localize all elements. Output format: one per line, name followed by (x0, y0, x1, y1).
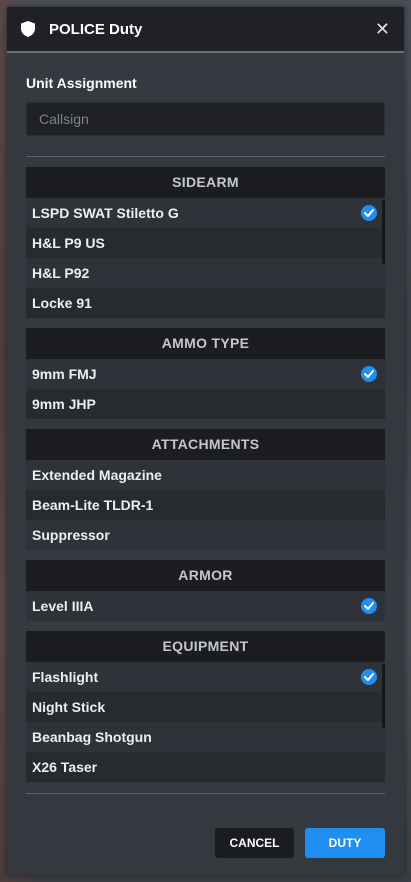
group-header: AMMO TYPE (26, 328, 385, 359)
dialog-title: POLICE Duty (49, 20, 143, 38)
option-item[interactable]: Extended Magazine (26, 460, 385, 490)
divider (26, 156, 385, 157)
option-item[interactable]: 9mm FMJ (26, 359, 385, 389)
group-options: LSPD SWAT Stiletto G H&L P9 US H&L P92 Lock… (26, 198, 385, 318)
option-label: LSPD SWAT Stiletto G (32, 205, 179, 221)
group-options: Flashlight Night Stick Beanbag Shotgun X26 … (26, 662, 385, 782)
option-label: 9mm FMJ (32, 366, 97, 382)
checkmark-icon (361, 205, 377, 221)
dialog-content: Unit Assignment SIDEARMLSPD SWAT Stilett… (7, 75, 404, 782)
dialog-footer: CANCEL DUTY (26, 793, 385, 858)
group-equipment: EQUIPMENT Flashlight Night Stick Beanbag Sh… (26, 631, 385, 782)
duty-button[interactable]: DUTY (305, 828, 385, 858)
close-icon[interactable]: ✕ (375, 20, 390, 38)
option-label: Beanbag Shotgun (32, 729, 152, 745)
option-label: X26 Taser (32, 759, 98, 775)
shield-icon (21, 21, 35, 37)
group-options: Level IIIA (26, 591, 385, 621)
group-attachments: ATTACHMENTS Extended Magazine Beam-Lite TL… (26, 429, 385, 550)
duty-dialog: POLICE Duty ✕ Unit Assignment SIDEARMLSP… (7, 7, 404, 875)
group-header: SIDEARM (26, 167, 385, 198)
option-label: 9mm JHP (32, 396, 96, 412)
checkmark-icon (361, 366, 377, 382)
option-item[interactable]: H&L P9 US (26, 228, 385, 258)
option-item[interactable]: Beam-Lite TLDR-1 (26, 490, 385, 520)
option-item[interactable]: Flashlight (26, 662, 385, 692)
group-header: ARMOR (26, 560, 385, 591)
option-item[interactable]: Suppressor (26, 520, 385, 550)
option-label: Level IIIA (32, 598, 94, 614)
group-options: 9mm FMJ 9mm JHP (26, 359, 385, 419)
checkmark-icon (361, 598, 377, 614)
option-label: Flashlight (32, 669, 99, 685)
group-header: ATTACHMENTS (26, 429, 385, 460)
option-item[interactable]: Locke 91 (26, 288, 385, 318)
dialog-header: POLICE Duty ✕ (7, 7, 404, 53)
option-item[interactable]: H&L P92 (26, 258, 385, 288)
callsign-input[interactable] (26, 102, 385, 136)
group-header: EQUIPMENT (26, 631, 385, 662)
option-label: H&L P92 (32, 265, 90, 281)
option-item[interactable]: Beanbag Shotgun (26, 722, 385, 752)
unit-assignment-label: Unit Assignment (26, 75, 137, 91)
option-label: Beam-Lite TLDR-1 (32, 497, 154, 513)
option-item[interactable]: X26 Taser (26, 752, 385, 782)
option-label: Suppressor (32, 527, 110, 543)
group-sidearm: SIDEARM LSPD SWAT Stiletto G H&L P9 US H&L … (26, 167, 385, 318)
scrollbar[interactable] (382, 200, 385, 264)
group-armor: ARMOR Level IIIA (26, 560, 385, 621)
checkmark-icon (361, 669, 377, 685)
option-item[interactable]: Level IIIA (26, 591, 385, 621)
loadout-groups: SIDEARM LSPD SWAT Stiletto G H&L P9 US H&L … (26, 167, 385, 782)
option-label: Night Stick (32, 699, 106, 715)
scrollbar[interactable] (382, 664, 385, 728)
option-label: Extended Magazine (32, 467, 162, 483)
option-item[interactable]: 9mm JHP (26, 389, 385, 419)
cancel-button[interactable]: CANCEL (215, 828, 294, 858)
option-label: H&L P9 US (32, 235, 105, 251)
group-ammo-type: AMMO TYPE 9mm FMJ 9mm JHP (26, 328, 385, 419)
option-item[interactable]: LSPD SWAT Stiletto G (26, 198, 385, 228)
group-options: Extended Magazine Beam-Lite TLDR-1 Suppres… (26, 460, 385, 550)
option-label: Locke 91 (32, 295, 92, 311)
option-item[interactable]: Night Stick (26, 692, 385, 722)
